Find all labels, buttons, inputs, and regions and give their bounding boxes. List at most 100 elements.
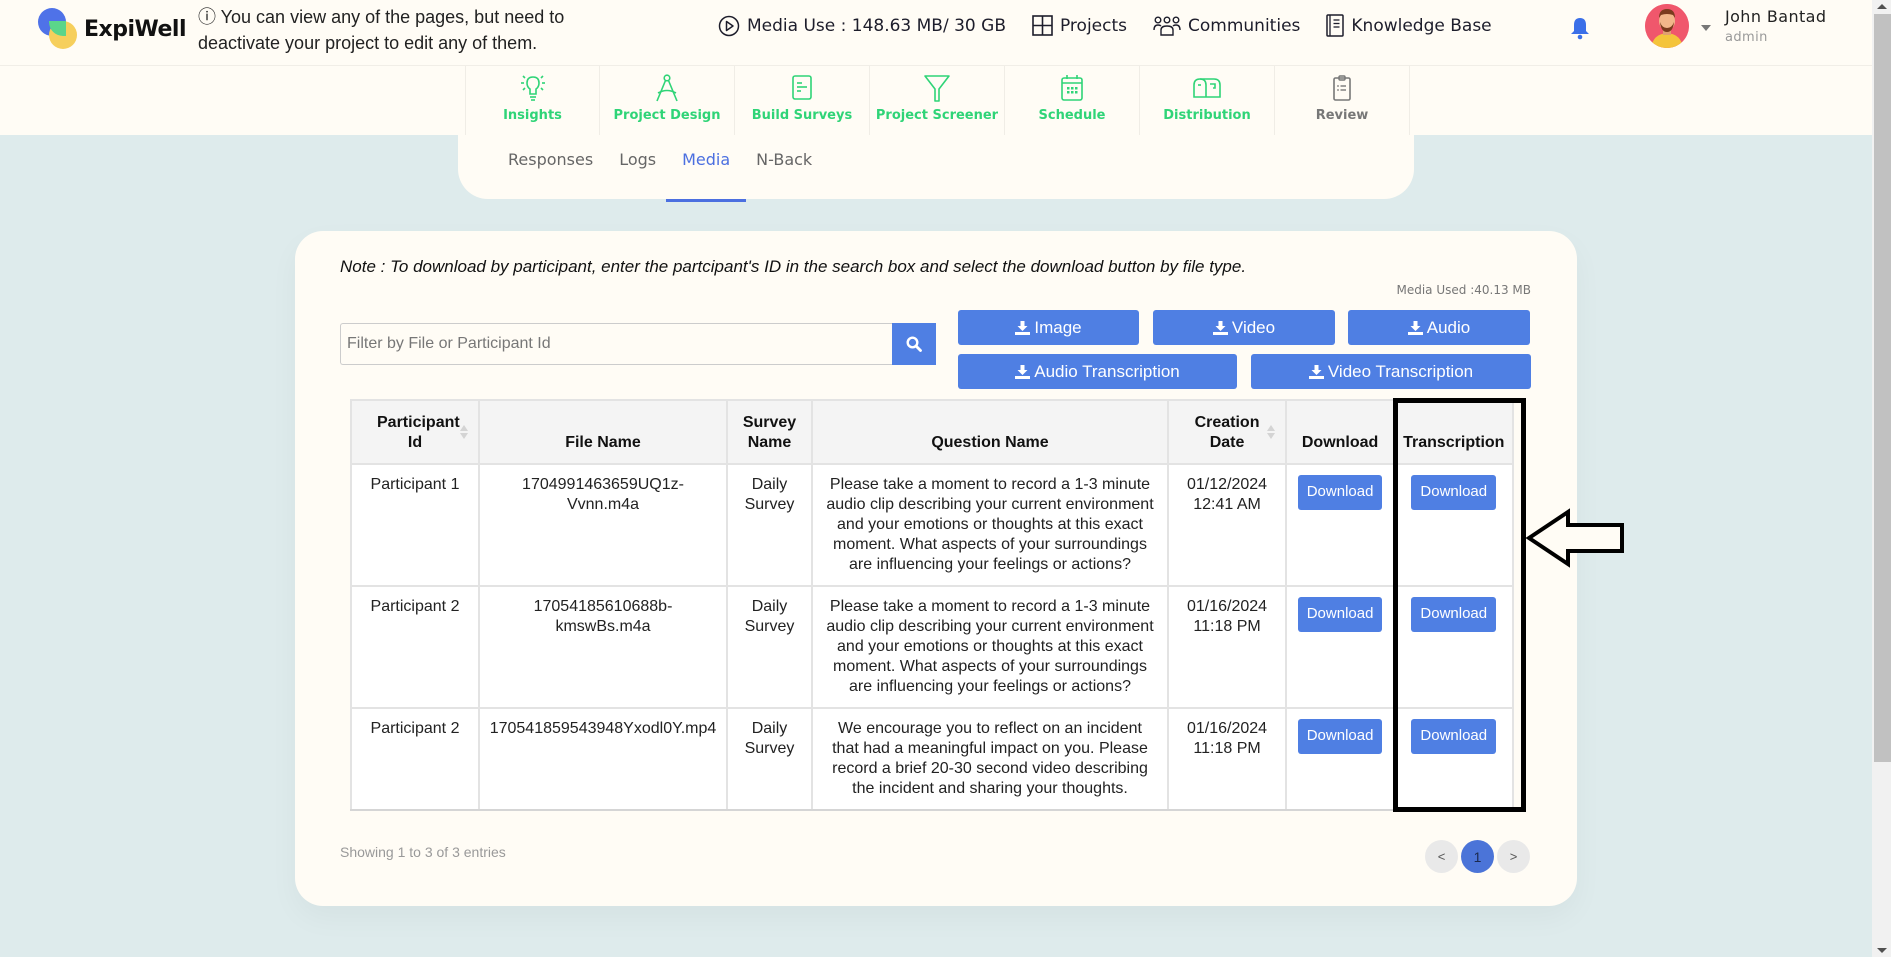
download-image-label: Image — [1034, 317, 1082, 337]
step-label: Project Design — [613, 108, 721, 123]
step-label: Build Surveys — [751, 108, 853, 123]
question-name-cell: Please take a moment to record a 1-3 min… — [811, 585, 1169, 709]
question-name-cell: We encourage you to reflect on an incide… — [811, 707, 1169, 811]
step-project-screener[interactable]: Project Screener — [870, 66, 1005, 135]
sort-icon — [1267, 425, 1276, 439]
step-insights[interactable]: Insights — [465, 66, 600, 135]
download-video-label: Video — [1231, 317, 1276, 337]
tab-logs[interactable]: Logs — [619, 150, 656, 177]
creation-date-cell: 01/12/2024 12:41 AM — [1166, 463, 1288, 587]
file-name-cell: 170541859543948Yxodl0Y.mp4 — [478, 707, 728, 811]
search-button[interactable] — [892, 323, 936, 365]
download-button[interactable]: Download — [1297, 719, 1383, 754]
step-build-surveys[interactable]: Build Surveys — [735, 66, 870, 135]
column-header-download: Download — [1285, 399, 1396, 465]
next-page-button[interactable]: > — [1497, 840, 1530, 873]
pagination: < 1 > — [1425, 840, 1533, 873]
media-table: Participant Id File Name Survey Name Que… — [350, 399, 1515, 811]
search-icon — [906, 336, 922, 352]
report-tabs: Responses Logs Media N-Back — [508, 150, 838, 202]
clipboard-icon — [1333, 75, 1351, 101]
download-video-transcription-button[interactable]: Video Transcription — [1251, 354, 1531, 389]
file-name-cell: 17054185610688b-kmswBs.m4a — [478, 585, 728, 709]
download-audio-transcription-label: Audio Transcription — [1034, 361, 1180, 381]
step-review[interactable]: Review — [1275, 66, 1410, 135]
download-note: Note : To download by participant, enter… — [340, 257, 1247, 276]
download-icon — [1407, 320, 1423, 335]
step-label: Project Screener — [875, 108, 999, 123]
table-row: Participant 2 170541859543948Yxodl0Y.mp4… — [350, 707, 1515, 811]
download-image-button[interactable]: Image — [958, 310, 1139, 345]
left-arrow-icon — [1526, 508, 1624, 568]
scroll-thumb[interactable] — [1874, 14, 1891, 762]
top-nav: Media Use : 148.63 MB/ 30 GB Projects Co… — [718, 14, 1518, 37]
creation-date-cell: 01/16/2024 11:18 PM — [1166, 585, 1288, 709]
communities-label: Communities — [1188, 15, 1301, 36]
user-role: admin — [1725, 30, 1768, 45]
participant-id-cell: Participant 1 — [350, 463, 480, 587]
download-icon — [1015, 320, 1031, 335]
table-header-row: Participant Id File Name Survey Name Que… — [350, 399, 1515, 465]
column-header-creation-date[interactable]: Creation Date — [1166, 399, 1288, 465]
sort-icon — [460, 425, 468, 439]
column-header-file-name: File Name — [478, 399, 728, 465]
survey-form-icon — [792, 75, 812, 100]
download-audio-button[interactable]: Audio — [1348, 310, 1530, 345]
page-1-button[interactable]: 1 — [1461, 840, 1494, 873]
prev-page-button[interactable]: < — [1425, 840, 1458, 873]
survey-name-cell: Daily Survey — [726, 707, 813, 811]
table-row: Participant 1 1704991463659UQ1z-Vvnn.m4a… — [350, 463, 1515, 587]
file-name-cell: 1704991463659UQ1z-Vvnn.m4a — [478, 463, 728, 587]
chevron-down-icon — [1701, 25, 1711, 31]
user-menu[interactable]: John Bantad admin — [1645, 4, 1826, 48]
transcription-cell: Download — [1393, 707, 1515, 811]
download-button[interactable]: Download — [1297, 597, 1383, 632]
step-project-design[interactable]: Project Design — [600, 66, 735, 135]
user-name: John Bantad — [1725, 7, 1827, 26]
mailbox-icon — [1193, 78, 1221, 98]
download-cell: Download — [1285, 707, 1396, 811]
projects-label: Projects — [1059, 15, 1128, 36]
download-audio-transcription-button[interactable]: Audio Transcription — [958, 354, 1237, 389]
transcription-download-button[interactable]: Download — [1411, 597, 1497, 632]
top-header: ExpiWell ⓘ You can view any of the pages… — [0, 0, 1872, 66]
download-cell: Download — [1285, 585, 1396, 709]
step-schedule[interactable]: Schedule — [1005, 66, 1140, 135]
transcription-download-button[interactable]: Download — [1411, 719, 1497, 754]
column-header-transcription: Transcription — [1393, 399, 1515, 465]
communities-link[interactable]: Communities — [1153, 16, 1300, 36]
projects-link[interactable]: Projects — [1032, 15, 1127, 36]
tab-responses[interactable]: Responses — [508, 150, 593, 177]
calendar-icon — [1061, 75, 1083, 101]
download-icon — [1212, 320, 1228, 335]
notifications-button[interactable] — [1569, 16, 1591, 45]
page-scrollbar[interactable] — [1872, 0, 1891, 957]
knowledge-base-label: Knowledge Base — [1351, 15, 1492, 36]
download-icon — [1015, 364, 1031, 379]
column-header-survey-name: Survey Name — [726, 399, 813, 465]
search-input[interactable] — [340, 323, 892, 365]
play-circle-icon — [718, 15, 740, 36]
column-header-participant-id[interactable]: Participant Id — [350, 399, 480, 465]
media-use-label: Media Use : 148.63 MB/ 30 GB — [747, 15, 1006, 36]
knowledge-base-link[interactable]: Knowledge Base — [1326, 14, 1492, 37]
scroll-down-arrow-icon[interactable] — [1877, 948, 1887, 953]
readonly-notice: ⓘ You can view any of the pages, but nee… — [198, 7, 565, 53]
tab-n-back[interactable]: N-Back — [756, 150, 812, 177]
step-distribution[interactable]: Distribution — [1140, 66, 1275, 135]
transcription-cell: Download — [1393, 463, 1515, 587]
scroll-up-arrow-icon[interactable] — [1877, 4, 1887, 9]
book-icon — [1326, 14, 1345, 37]
participant-id-cell: Participant 2 — [350, 585, 480, 709]
lightbulb-icon — [520, 75, 545, 101]
download-icon — [1308, 364, 1324, 379]
download-button[interactable]: Download — [1297, 475, 1383, 510]
brand-logo[interactable]: ExpiWell — [38, 8, 187, 50]
download-video-button[interactable]: Video — [1153, 310, 1335, 345]
download-audio-label: Audio — [1426, 317, 1471, 337]
bell-icon — [1571, 18, 1589, 40]
media-use-link[interactable]: Media Use : 148.63 MB/ 30 GB — [718, 15, 1006, 37]
transcription-download-button[interactable]: Download — [1411, 475, 1497, 510]
survey-name-cell: Daily Survey — [726, 585, 813, 709]
tab-media[interactable]: Media — [666, 150, 747, 202]
